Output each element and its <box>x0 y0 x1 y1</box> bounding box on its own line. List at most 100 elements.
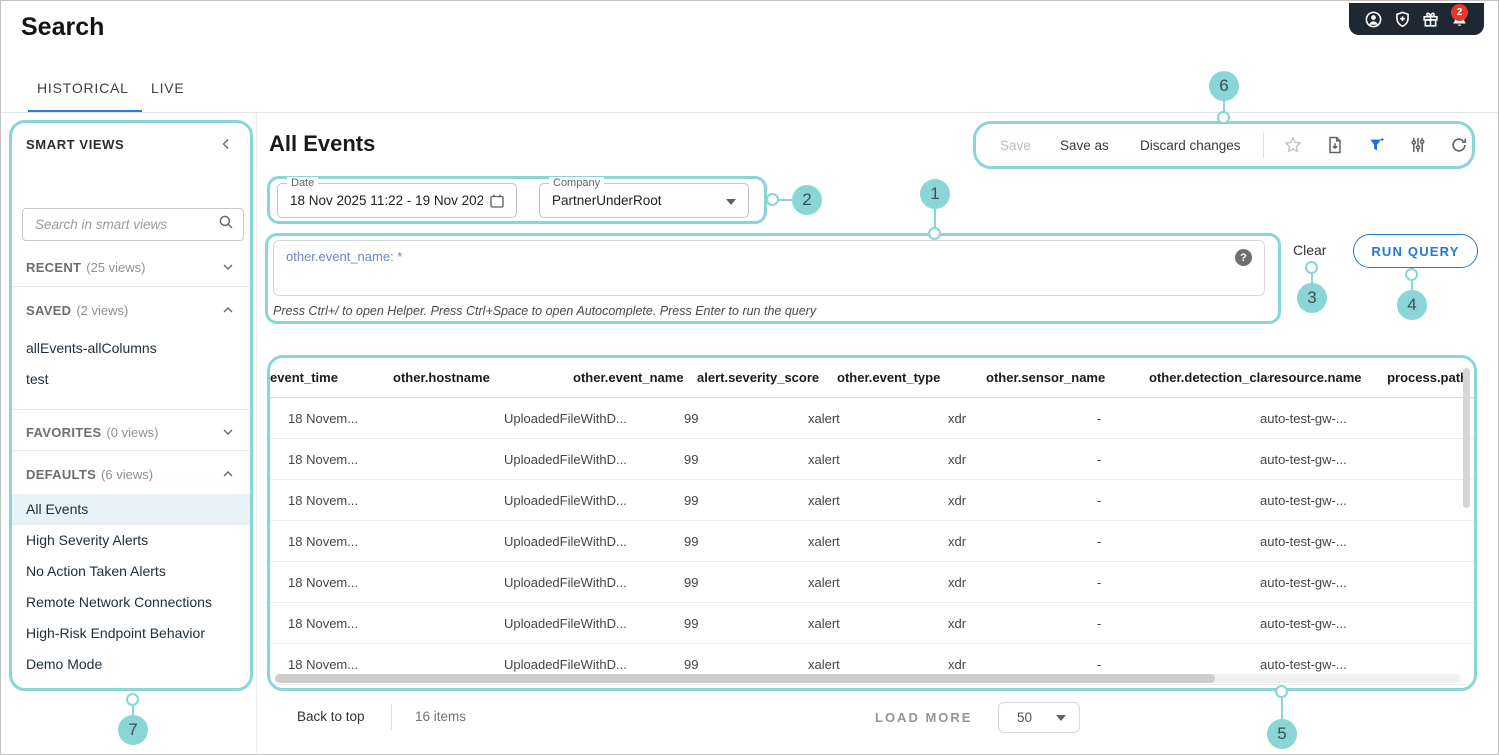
date-range-field[interactable]: Date 18 Nov 2025 11:22 - 19 Nov 202... <box>277 177 517 218</box>
page-size-value: 50 <box>1017 710 1033 725</box>
list-item[interactable]: allEvents-allColumns <box>12 333 250 364</box>
smart-views-panel: SMART VIEWS RECENT (25 views) SAVED (2 v… <box>9 120 253 691</box>
run-query-button[interactable]: RUN QUERY <box>1353 234 1478 268</box>
callout-2-line <box>779 199 793 201</box>
callout-3-dot <box>1305 261 1318 274</box>
tab-live[interactable]: LIVE <box>151 80 185 96</box>
column-header[interactable]: other.event_type <box>837 370 986 385</box>
section-saved[interactable]: SAVED (2 views) <box>12 295 250 325</box>
calendar-icon[interactable] <box>488 192 506 210</box>
search-page: Search 2 HISTORICAL LIVE SMART VIEWS Sea… <box>0 0 1499 755</box>
tab-historical[interactable]: HISTORICAL <box>37 80 129 96</box>
refresh-icon[interactable] <box>1449 135 1469 155</box>
section-label: DEFAULTS <box>26 466 97 482</box>
search-icon[interactable] <box>217 213 235 236</box>
company-field-value: PartnerUnderRoot <box>552 193 662 208</box>
section-count: (0 views) <box>106 424 159 440</box>
callout-6-dot <box>1217 111 1230 124</box>
horizontal-scrollbar[interactable] <box>275 674 1461 683</box>
section-count: (25 views) <box>86 259 146 275</box>
export-report-icon[interactable] <box>1325 135 1345 155</box>
table-row[interactable]: 18 Novem... UploadedFileWithD... 99 xalert… <box>270 439 1474 480</box>
callout-5-line <box>1281 697 1283 720</box>
vertical-scrollbar[interactable] <box>1463 368 1470 508</box>
callout-2-dot <box>766 193 779 206</box>
clear-button[interactable]: Clear <box>1293 242 1326 258</box>
divider <box>12 286 250 287</box>
column-header[interactable]: other.event_name <box>573 370 697 385</box>
chevron-up-icon <box>220 466 236 482</box>
query-text: other.event_name: * <box>286 249 403 264</box>
callout-2: 2 <box>792 185 822 215</box>
smart-views-search-input[interactable] <box>35 217 217 232</box>
callout-3: 3 <box>1297 283 1327 313</box>
notification-badge: 2 <box>1451 4 1468 21</box>
column-header[interactable]: process.path <box>1387 370 1474 385</box>
view-title: All Events <box>269 131 376 156</box>
query-input[interactable]: other.event_name: * ? <box>273 240 1265 296</box>
tabs-divider <box>1 112 1498 113</box>
columns-settings-icon[interactable] <box>1408 135 1428 155</box>
star-icon[interactable] <box>1283 135 1303 155</box>
page-size-select[interactable]: 50 <box>998 702 1080 733</box>
load-more-button[interactable]: LOAD MORE <box>875 710 972 725</box>
column-header[interactable]: alert.severity_score <box>697 370 837 385</box>
back-to-top-button[interactable]: Back to top <box>297 709 365 724</box>
save-as-button[interactable]: Save as <box>1060 138 1109 153</box>
chevron-up-icon <box>220 302 236 318</box>
divider <box>12 409 250 410</box>
callout-5: 5 <box>1267 719 1297 749</box>
callout-1: 1 <box>920 179 950 209</box>
callout-6: 6 <box>1209 71 1239 101</box>
table-header-row: event_time other.hostname other.event_name… <box>270 358 1474 398</box>
section-label: RECENT <box>26 259 82 275</box>
date-field-label: Date <box>287 177 319 189</box>
query-helper-text: Press Ctrl+/ to open Helper. Press Ctrl+… <box>273 304 817 318</box>
discard-changes-button[interactable]: Discard changes <box>1140 138 1241 153</box>
table-row[interactable]: 18 Novem... UploadedFileWithD... 99 xalert… <box>270 521 1474 562</box>
list-item[interactable]: High Severity Alerts <box>12 525 250 556</box>
results-table: event_time other.hostname other.event_name… <box>267 355 1477 691</box>
column-header[interactable]: other.sensor_name <box>986 370 1149 385</box>
table-row[interactable]: 18 Novem... UploadedFileWithD... 99 xalert… <box>270 480 1474 521</box>
help-icon[interactable]: ? <box>1235 249 1252 266</box>
section-recent[interactable]: RECENT (25 views) <box>12 252 250 282</box>
collapse-sidebar-icon[interactable] <box>216 134 236 154</box>
save-button[interactable]: Save <box>1000 138 1031 153</box>
callout-4-dot <box>1405 268 1418 281</box>
section-count: (2 views) <box>76 302 129 318</box>
items-count: 16 items <box>415 709 467 724</box>
user-icon[interactable] <box>1364 10 1383 29</box>
gift-icon[interactable] <box>1421 10 1440 29</box>
list-item[interactable]: All Events <box>12 494 250 525</box>
list-item[interactable]: test <box>12 364 250 395</box>
footer-divider <box>391 704 392 730</box>
section-label: SAVED <box>26 302 72 318</box>
section-label: FAVORITES <box>26 424 102 440</box>
company-field-label: Company <box>549 177 605 189</box>
filter-icon[interactable] <box>1367 135 1387 155</box>
list-item[interactable]: High-Risk Endpoint Behavior <box>12 618 250 649</box>
chevron-down-icon <box>220 259 236 275</box>
column-header[interactable]: other.detection_class <box>1149 370 1269 385</box>
company-select[interactable]: Company PartnerUnderRoot <box>539 177 749 218</box>
saved-views-list: allEvents-allColumns test <box>12 333 250 395</box>
column-header[interactable]: event_time <box>270 370 393 385</box>
section-defaults[interactable]: DEFAULTS (6 views) <box>12 459 250 489</box>
list-item[interactable]: Remote Network Connections <box>12 587 250 618</box>
list-item[interactable]: No Action Taken Alerts <box>12 556 250 587</box>
table-row[interactable]: 18 Novem... UploadedFileWithD... 99 xalert… <box>270 562 1474 603</box>
table-row[interactable]: 18 Novem... UploadedFileWithD... 99 xalert… <box>270 398 1474 439</box>
section-count: (6 views) <box>101 466 154 482</box>
column-header[interactable]: other.hostname <box>393 370 573 385</box>
column-header[interactable]: resource.name <box>1269 370 1387 385</box>
section-favorites[interactable]: FAVORITES (0 views) <box>12 417 250 447</box>
callout-7: 7 <box>118 715 148 745</box>
callout-7-dot <box>126 693 139 706</box>
toolbar-divider <box>1263 132 1264 158</box>
shield-icon[interactable] <box>1393 10 1412 29</box>
callout-4: 4 <box>1397 290 1427 320</box>
callout-1-dot <box>928 227 941 240</box>
list-item[interactable]: Demo Mode <box>12 649 250 680</box>
table-row[interactable]: 18 Novem... UploadedFileWithD... 99 xalert… <box>270 603 1474 644</box>
